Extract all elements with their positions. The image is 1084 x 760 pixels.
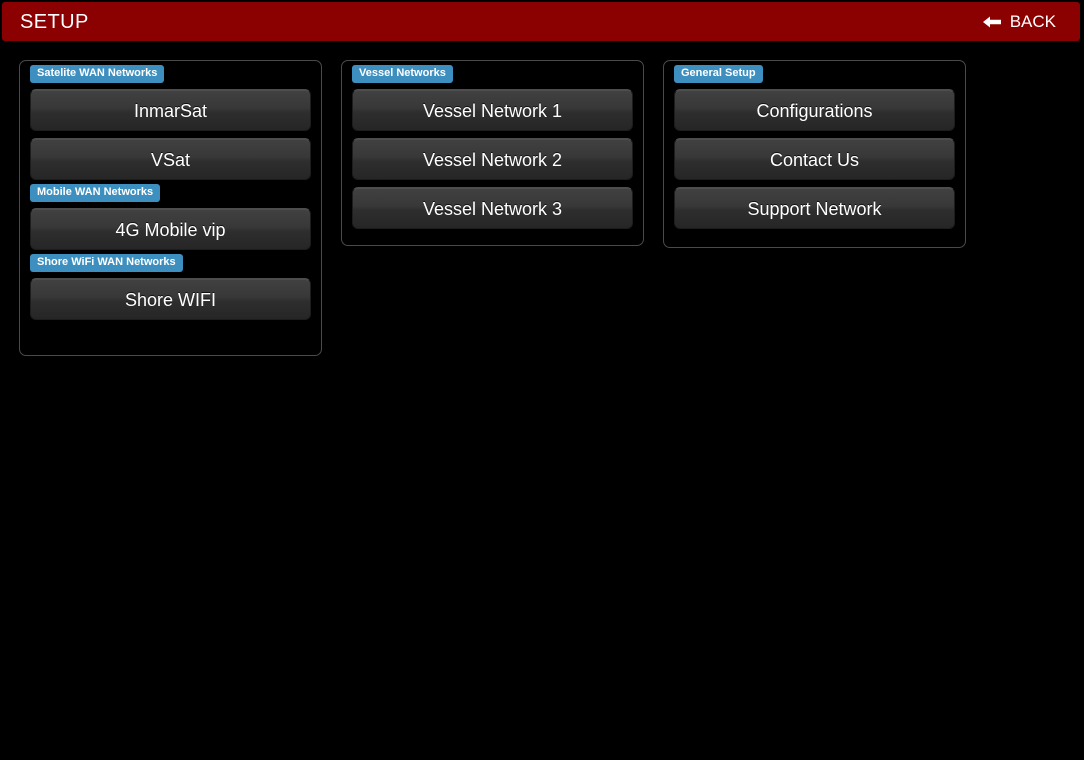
- button-vessel-network-1[interactable]: Vessel Network 1: [352, 89, 633, 131]
- panel-vessel-networks: Vessel Networks Vessel Network 1 Vessel …: [341, 60, 644, 246]
- section-label-shore-wifi-wan-networks: Shore WiFi WAN Networks: [30, 254, 183, 272]
- app-header: SETUP BACK: [2, 2, 1080, 41]
- button-contact-us[interactable]: Contact Us: [674, 138, 955, 180]
- chip-row: General Setup: [674, 65, 955, 87]
- button-shore-wifi[interactable]: Shore WIFI: [30, 278, 311, 320]
- group-general-setup: General Setup Configurations Contact Us …: [674, 65, 955, 229]
- back-button-label: BACK: [1009, 11, 1056, 31]
- section-label-vessel-networks: Vessel Networks: [352, 65, 453, 83]
- chip-row: Mobile WAN Networks: [30, 184, 311, 206]
- section-label-general-setup: General Setup: [674, 65, 763, 83]
- group-shore-wifi-wan-networks: Shore WiFi WAN Networks Shore WIFI: [30, 254, 311, 320]
- panel-wan-networks: Satelite WAN Networks InmarSat VSat Mobi…: [19, 60, 322, 356]
- button-4g-mobile-vip[interactable]: 4G Mobile vip: [30, 208, 311, 250]
- chip-row: Satelite WAN Networks: [30, 65, 311, 87]
- section-label-satelite-wan-networks: Satelite WAN Networks: [30, 65, 165, 83]
- button-support-network[interactable]: Support Network: [674, 187, 955, 229]
- button-inmarsat[interactable]: InmarSat: [30, 89, 311, 131]
- chip-row: Vessel Networks: [352, 65, 633, 87]
- group-vessel-networks: Vessel Networks Vessel Network 1 Vessel …: [352, 65, 633, 229]
- button-vsat[interactable]: VSat: [30, 138, 311, 180]
- panel-general-setup: General Setup Configurations Contact Us …: [663, 60, 966, 248]
- section-label-mobile-wan-networks: Mobile WAN Networks: [30, 184, 161, 202]
- button-configurations[interactable]: Configurations: [674, 89, 955, 131]
- group-mobile-wan-networks: Mobile WAN Networks 4G Mobile vip: [30, 184, 311, 250]
- back-button[interactable]: BACK: [977, 9, 1066, 35]
- page-title: SETUP: [20, 10, 89, 33]
- button-vessel-network-2[interactable]: Vessel Network 2: [352, 138, 633, 180]
- arrow-left-icon: [982, 15, 1001, 29]
- button-vessel-network-3[interactable]: Vessel Network 3: [352, 187, 633, 229]
- group-satelite-wan-networks: Satelite WAN Networks InmarSat VSat: [30, 65, 311, 180]
- chip-row: Shore WiFi WAN Networks: [30, 254, 311, 276]
